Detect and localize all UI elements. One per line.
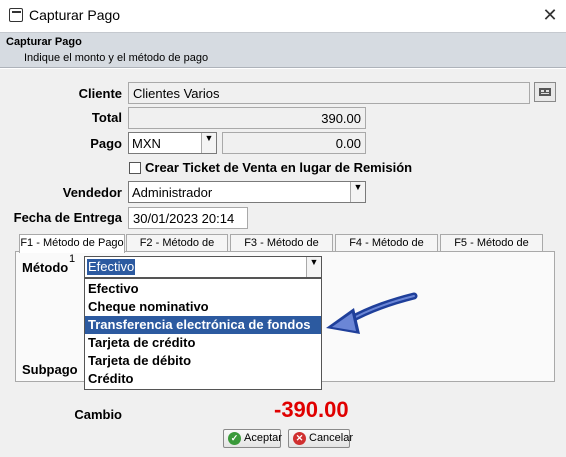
subpago-label: Subpago (22, 362, 78, 377)
accept-label: Aceptar (244, 432, 282, 444)
option-cheque-nominativo[interactable]: Cheque nominativo (85, 298, 321, 316)
total-label: Total (91, 110, 122, 125)
fecha-value: 30/01/2023 20:14 (133, 211, 235, 226)
header-title: Capturar Pago (6, 36, 82, 48)
chevron-down-icon: ▼ (306, 257, 321, 277)
tab-metodo-pago-3[interactable]: F3 - Método de Pago 3 (230, 234, 333, 265)
header-subtitle: Indique el monto y el método de pago (24, 52, 209, 64)
currency-value: MXN (132, 136, 161, 151)
address-book-icon (539, 88, 551, 96)
tab-metodo-pago-1[interactable]: F1 - Método de Pago 1 (19, 234, 125, 265)
fecha-label: Fecha de Entrega (13, 210, 122, 225)
option-transferencia[interactable]: Transferencia electrónica de fondos (85, 316, 321, 334)
cliente-field[interactable]: Clientes Varios (128, 82, 530, 104)
cambio-label: Cambio (74, 407, 122, 422)
pago-amount-value: 0.00 (335, 136, 361, 151)
vendedor-value: Administrador (132, 185, 213, 200)
client-lookup-button[interactable] (534, 82, 556, 102)
metodo-value: Efectivo (87, 259, 136, 275)
currency-select[interactable]: MXN ▼ (128, 132, 217, 154)
metodo-dropdown-list[interactable]: Efectivo Cheque nominativo Transferencia… (84, 278, 322, 390)
fecha-field[interactable]: 30/01/2023 20:14 (128, 207, 248, 229)
cancel-icon: ✕ (293, 432, 306, 445)
ticket-label: Crear Ticket de Venta en lugar de Remisi… (145, 160, 413, 175)
accept-button[interactable]: ✓ Aceptar (223, 429, 282, 448)
cambio-value: -390.00 (274, 397, 349, 422)
option-tarjeta-credito[interactable]: Tarjeta de crédito (85, 334, 321, 352)
tab-metodo-pago-4[interactable]: F4 - Método de Pago 4 (335, 234, 438, 265)
annotation-arrow-icon (326, 292, 418, 334)
tab-metodo-pago-5[interactable]: F5 - Método de Pago 5 (440, 234, 543, 265)
chevron-down-icon: ▼ (201, 133, 216, 153)
option-efectivo[interactable]: Efectivo (85, 280, 321, 298)
check-icon: ✓ (228, 432, 241, 445)
dialog-header: Capturar Pago Indique el monto y el méto… (0, 32, 566, 68)
chevron-down-icon: ▼ (350, 182, 365, 202)
close-button[interactable]: ✕ (536, 2, 564, 28)
option-tarjeta-debito[interactable]: Tarjeta de débito (85, 352, 321, 370)
cliente-label: Cliente (78, 86, 122, 101)
tab-metodo-pago-2[interactable]: F2 - Método de Pago 2 (126, 234, 228, 265)
cliente-value: Clientes Varios (133, 86, 220, 101)
pago-label: Pago (90, 136, 122, 151)
metodo-select[interactable]: Efectivo ▼ (84, 256, 322, 278)
pago-amount-field[interactable]: 0.00 (222, 132, 366, 154)
window-title: Capturar Pago (29, 7, 121, 23)
total-field: 390.00 (128, 107, 366, 129)
app-window-icon (9, 8, 23, 22)
total-value: 390.00 (321, 111, 361, 126)
cancel-button[interactable]: ✕ Cancelar (288, 429, 354, 448)
option-credito[interactable]: Crédito (85, 370, 321, 388)
vendedor-select[interactable]: Administrador ▼ (128, 181, 366, 203)
vendedor-label: Vendedor (62, 185, 122, 200)
ticket-checkbox[interactable] (129, 162, 141, 174)
cancel-label: Cancelar (309, 432, 354, 444)
